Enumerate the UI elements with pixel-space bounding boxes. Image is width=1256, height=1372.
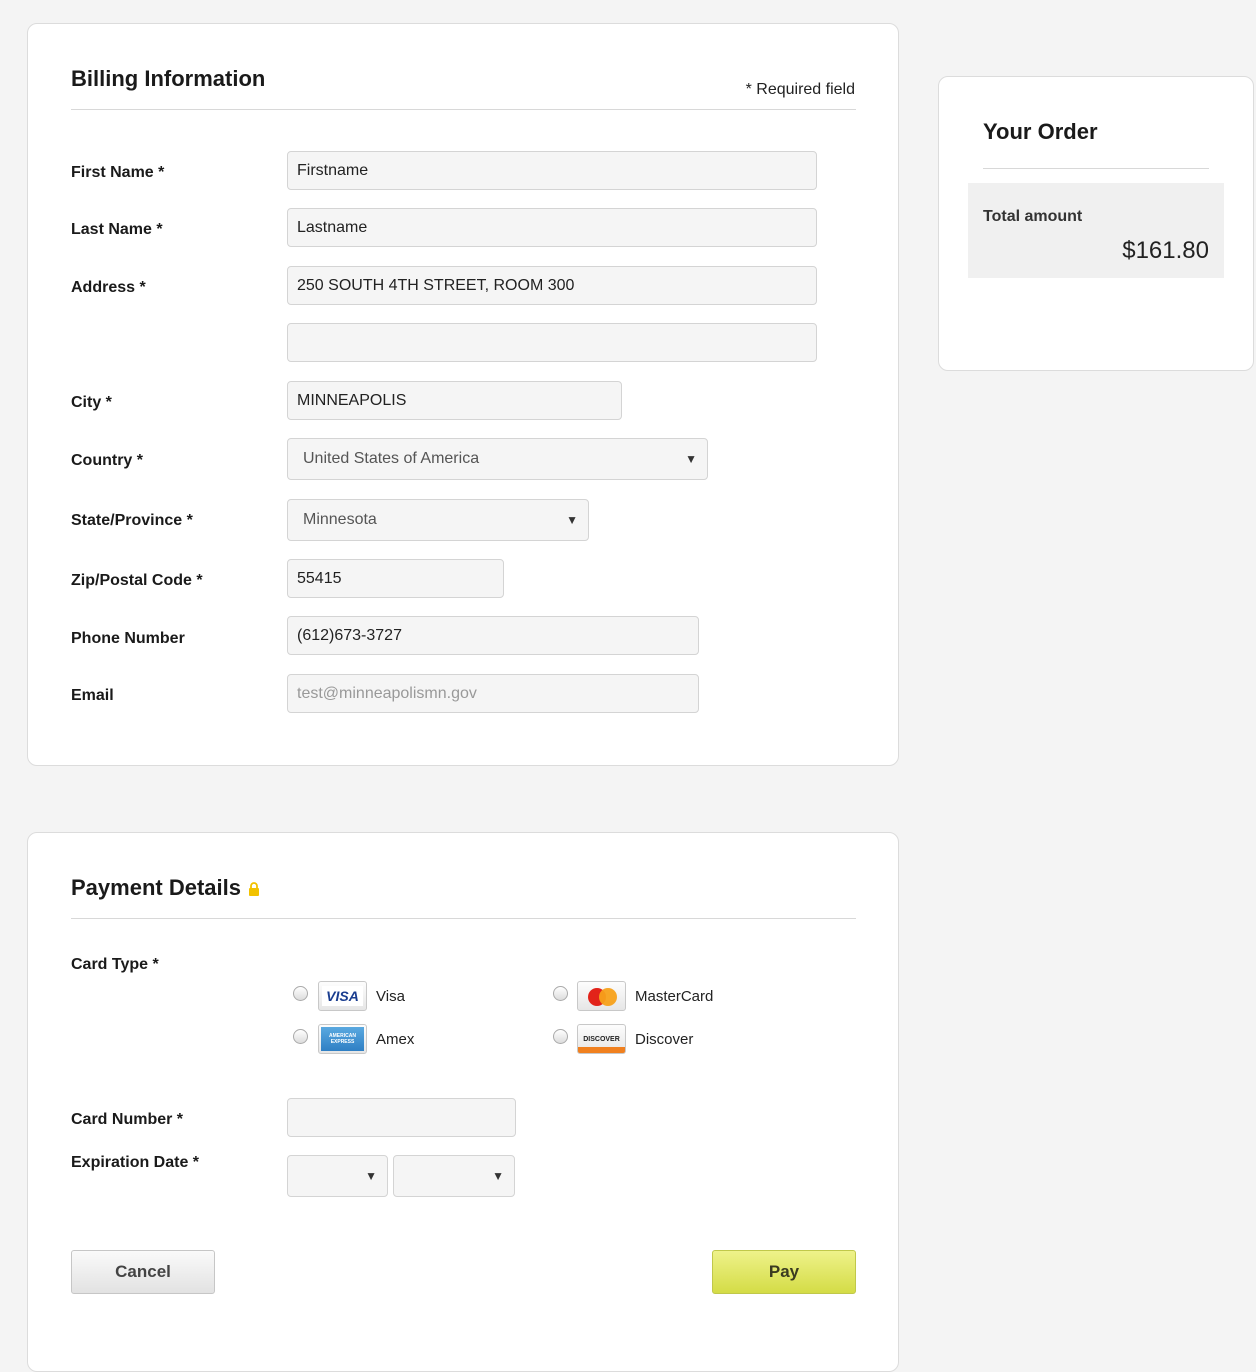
amex-logo-icon: AMERICAN EXPRESS	[318, 1024, 367, 1054]
visa-logo-text: VISA	[322, 986, 363, 1006]
required-field-note: * Required field	[745, 81, 855, 98]
card-type-label: Card Type *	[71, 956, 159, 973]
visa-radio[interactable]	[293, 986, 308, 1001]
country-label: Country *	[71, 452, 143, 469]
first-name-input[interactable]	[287, 151, 817, 190]
discover-radio[interactable]	[553, 1029, 568, 1044]
order-title: Your Order	[983, 119, 1098, 144]
billing-information-panel: Billing Information * Required field Fir…	[27, 23, 899, 766]
country-select[interactable]: United States of America ▼	[287, 438, 708, 480]
zip-input[interactable]	[287, 559, 504, 598]
pay-button[interactable]: Pay	[712, 1250, 856, 1294]
amex-radio[interactable]	[293, 1029, 308, 1044]
expiration-date-label: Expiration Date *	[71, 1154, 200, 1171]
discover-label: Discover	[635, 1031, 694, 1048]
total-amount-label: Total amount	[983, 208, 1083, 225]
visa-label: Visa	[376, 988, 405, 1005]
state-select-value: Minnesota	[303, 511, 377, 528]
last-name-label: Last Name *	[71, 221, 163, 238]
email-label: Email	[71, 687, 114, 704]
country-select-value: United States of America	[303, 450, 480, 467]
chevron-down-icon: ▼	[365, 1169, 377, 1183]
city-label: City *	[71, 394, 112, 411]
card-number-label: Card Number *	[71, 1111, 184, 1128]
first-name-label: First Name *	[71, 164, 165, 181]
chevron-down-icon: ▼	[492, 1169, 504, 1183]
order-divider	[983, 168, 1209, 169]
last-name-input[interactable]	[287, 208, 817, 247]
billing-title: Billing Information	[71, 66, 266, 91]
visa-logo-icon: VISA	[318, 981, 367, 1011]
email-input[interactable]	[287, 674, 699, 713]
lock-icon	[248, 882, 259, 896]
mastercard-logo-icon	[577, 981, 626, 1011]
payment-divider	[71, 918, 856, 919]
your-order-panel: Your Order Total amount $161.80	[938, 76, 1254, 371]
discover-logo-icon: DISCOVER	[577, 1024, 626, 1054]
billing-divider	[71, 109, 856, 110]
address-line1-input[interactable]	[287, 266, 817, 305]
amex-logo-text: AMERICAN EXPRESS	[321, 1027, 364, 1051]
total-amount-value: $161.80	[1122, 237, 1209, 264]
discover-logo-stripe	[578, 1047, 625, 1053]
expiration-month-select[interactable]: ▼	[287, 1155, 388, 1197]
discover-logo-text: DISCOVER	[583, 1035, 620, 1043]
state-label: State/Province *	[71, 512, 193, 529]
chevron-down-icon: ▼	[685, 452, 697, 466]
mastercard-radio[interactable]	[553, 986, 568, 1001]
zip-label: Zip/Postal Code *	[71, 572, 203, 589]
amex-label: Amex	[376, 1031, 415, 1048]
mastercard-circles	[588, 988, 617, 1006]
address-line2-input[interactable]	[287, 323, 817, 362]
address-label: Address *	[71, 279, 146, 296]
total-amount-box: Total amount $161.80	[968, 183, 1224, 278]
mastercard-label: MasterCard	[635, 988, 714, 1005]
phone-input[interactable]	[287, 616, 699, 655]
chevron-down-icon: ▼	[566, 513, 578, 527]
cancel-button[interactable]: Cancel	[71, 1250, 215, 1294]
card-number-input[interactable]	[287, 1098, 516, 1137]
payment-title-row: Payment Details	[71, 875, 260, 901]
city-input[interactable]	[287, 381, 622, 420]
state-select[interactable]: Minnesota ▼	[287, 499, 589, 541]
payment-title: Payment Details	[71, 875, 241, 900]
payment-details-panel: Payment Details Card Type * VISA Visa Ma…	[27, 832, 899, 1372]
expiration-year-select[interactable]: ▼	[393, 1155, 515, 1197]
phone-label: Phone Number	[71, 630, 185, 647]
